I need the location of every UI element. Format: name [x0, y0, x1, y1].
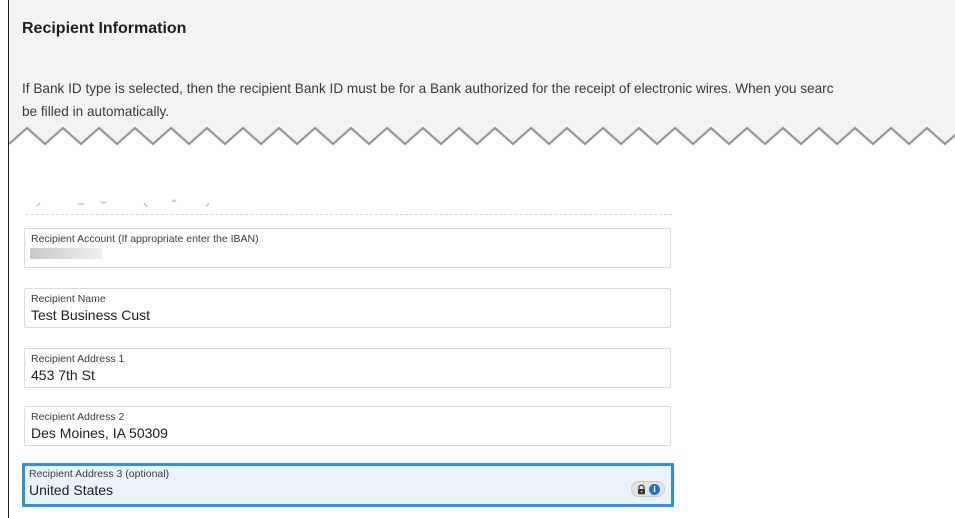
recipient-address-2-field[interactable]: Recipient Address 2 Des Moines, IA 50309 — [24, 406, 671, 446]
recipient-address-3-value: United States — [29, 482, 114, 498]
section-title: Recipient Information — [22, 20, 187, 37]
recipient-address-1-value: 453 7th St — [31, 367, 95, 383]
clipped-field-row — [26, 192, 672, 215]
recipient-account-label: Recipient Account (If appropriate enter … — [31, 233, 259, 245]
description-line-1: If Bank ID type is selected, then the re… — [22, 81, 834, 96]
recipient-name-label: Recipient Name — [31, 293, 106, 305]
recipient-address-2-value: Des Moines, IA 50309 — [31, 425, 168, 441]
recipient-name-field[interactable]: Recipient Name Test Business Cust — [24, 288, 671, 328]
recipient-address-2-label: Recipient Address 2 — [31, 411, 125, 423]
info-icon: i — [649, 483, 660, 495]
recipient-name-value: Test Business Cust — [31, 307, 151, 323]
recipient-account-field[interactable]: Recipient Account (If appropriate enter … — [24, 228, 671, 268]
recipient-address-3-field[interactable]: Recipient Address 3 (optional) United St… — [22, 463, 674, 507]
recipient-address-1-label: Recipient Address 1 — [31, 353, 125, 365]
lock-icon — [638, 484, 645, 494]
section-description: If Bank ID type is selected, then the re… — [22, 77, 955, 123]
password-manager-badge[interactable]: i — [631, 481, 665, 497]
recipient-account-redacted-value — [30, 248, 102, 259]
recipient-address-3-label: Recipient Address 3 (optional) — [29, 468, 170, 480]
description-line-2: be filled in automatically. — [22, 104, 170, 119]
torn-edge-divider — [9, 122, 955, 156]
recipient-address-1-field[interactable]: Recipient Address 1 453 7th St — [24, 348, 671, 388]
